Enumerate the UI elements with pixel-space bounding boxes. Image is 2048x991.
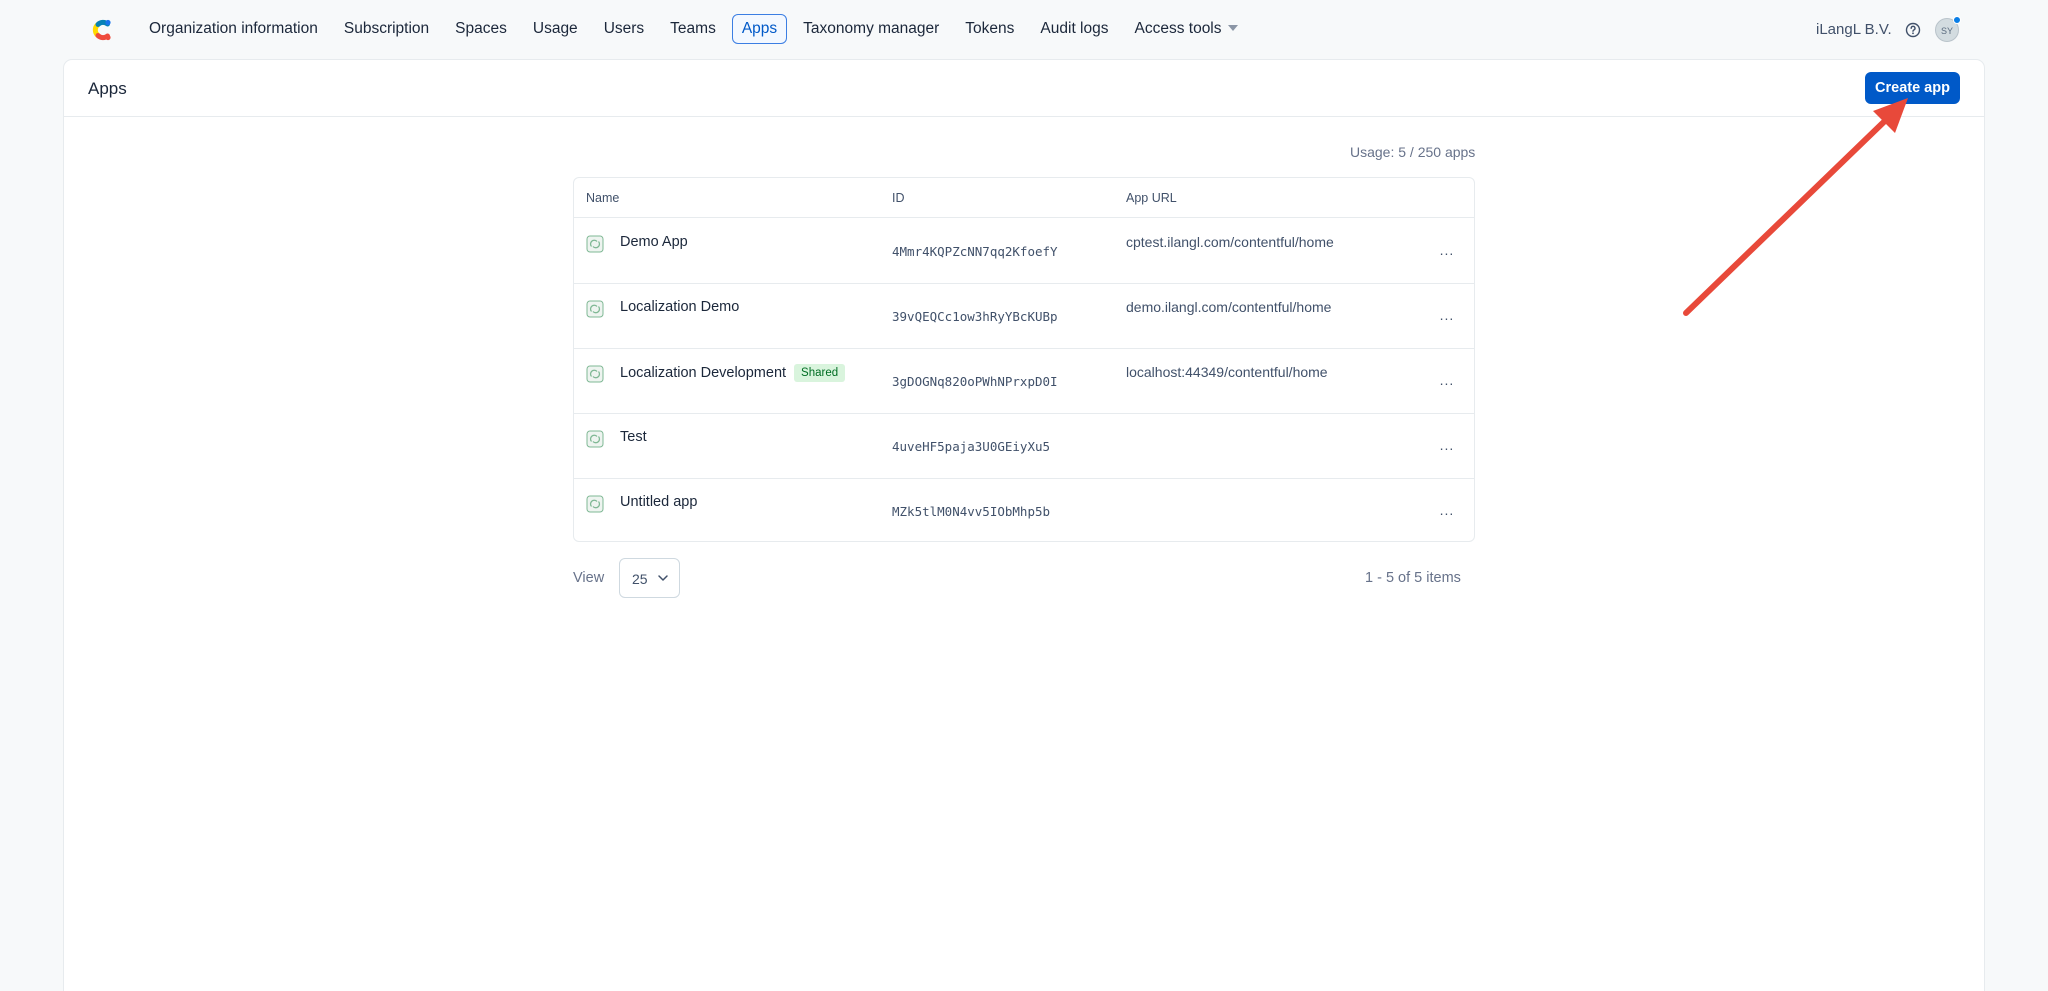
nav-tabs: Organization information Subscription Sp… bbox=[136, 13, 1251, 45]
table-row[interactable]: Untitled app MZk5tlM0N4vv5IObMhp5b... bbox=[574, 479, 1474, 541]
table-row[interactable]: Test 4uveHF5paja3U0GEiyXu5... bbox=[574, 414, 1474, 479]
more-actions-button[interactable]: ... bbox=[1438, 503, 1456, 519]
app-name[interactable]: Demo App bbox=[620, 234, 688, 250]
app-name[interactable]: Test bbox=[620, 429, 647, 445]
notification-dot bbox=[1953, 16, 1961, 24]
app-id: 4Mmr4KQPZcNN7qq2KfoefY bbox=[892, 244, 1058, 259]
app-name[interactable]: Localization Development Shared bbox=[620, 364, 846, 382]
pagination-info: 1 - 5 of 5 items bbox=[1365, 570, 1461, 586]
nav-tokens[interactable]: Tokens bbox=[952, 14, 1027, 44]
column-header-name: Name bbox=[586, 191, 620, 205]
app-id: 39vQEQCc1ow3hRyYBcKUBp bbox=[892, 309, 1058, 324]
shared-badge: Shared bbox=[794, 364, 846, 382]
top-navigation: Organization information Subscription Sp… bbox=[0, 0, 2048, 61]
table-header: Name ID App URL bbox=[574, 178, 1474, 218]
app-name-text: Demo App bbox=[620, 234, 688, 250]
app-icon bbox=[586, 300, 604, 318]
app-name[interactable]: Localization Demo bbox=[620, 299, 739, 315]
page-size-select[interactable]: 25 bbox=[619, 558, 680, 598]
table-row[interactable]: Localization Demo 39vQEQCc1ow3hRyYBcKUBp d… bbox=[574, 284, 1474, 349]
nav-subscription[interactable]: Subscription bbox=[331, 14, 442, 44]
help-icon[interactable] bbox=[1905, 22, 1921, 38]
table-row[interactable]: Localization Development Shared 3gDOGNq820… bbox=[574, 349, 1474, 414]
app-icon bbox=[586, 430, 604, 448]
app-name[interactable]: Untitled app bbox=[620, 494, 697, 510]
app-icon bbox=[586, 495, 604, 513]
more-actions-button[interactable]: ... bbox=[1438, 438, 1456, 454]
nav-users[interactable]: Users bbox=[591, 14, 657, 44]
app-name-text: Localization Demo bbox=[620, 299, 740, 315]
chevron-down-icon bbox=[658, 575, 668, 581]
table-row[interactable]: Demo App 4Mmr4KQPZcNN7qq2KfoefY cptest.ila… bbox=[574, 219, 1474, 284]
nav-access-tools[interactable]: Access tools bbox=[1122, 14, 1251, 44]
create-app-button[interactable]: Create app bbox=[1865, 72, 1960, 104]
page-size-value: 25 bbox=[632, 571, 648, 587]
nav-audit-logs[interactable]: Audit logs bbox=[1027, 14, 1121, 44]
nav-apps[interactable]: Apps bbox=[731, 14, 788, 44]
more-actions-button[interactable]: ... bbox=[1438, 308, 1456, 324]
app-icon bbox=[586, 365, 604, 383]
app-id: MZk5tlM0N4vv5IObMhp5b bbox=[892, 504, 1051, 519]
nav-taxonomy-manager[interactable]: Taxonomy manager bbox=[790, 14, 952, 44]
nav-usage[interactable]: Usage bbox=[520, 14, 591, 44]
card-header: Apps Create app bbox=[64, 60, 1984, 117]
nav-access-tools-label: Access tools bbox=[1134, 20, 1222, 37]
app-url: cptest.ilangl.com/contentful/home bbox=[1126, 234, 1334, 250]
app-id: 4uveHF5paja3U0GEiyXu5 bbox=[892, 439, 1051, 454]
view-label: View bbox=[573, 570, 605, 586]
column-header-id: ID bbox=[892, 191, 905, 205]
more-actions-button[interactable]: ... bbox=[1438, 243, 1456, 259]
caret-down-icon bbox=[1227, 25, 1238, 31]
nav-spaces[interactable]: Spaces bbox=[442, 14, 520, 44]
app-url: demo.ilangl.com/contentful/home bbox=[1126, 299, 1332, 315]
apps-table: Name ID App URL Demo App 4Mmr4KQPZcNN7qq2… bbox=[573, 177, 1475, 542]
column-header-url: App URL bbox=[1126, 191, 1177, 205]
app-id: 3gDOGNq820oPWhNPrxpD0I bbox=[892, 374, 1058, 389]
app-name-text: Test bbox=[620, 429, 647, 445]
app-name-text: Untitled app bbox=[620, 494, 698, 510]
app-name-text: Localization Development bbox=[620, 365, 787, 381]
contentful-logo-icon[interactable] bbox=[89, 16, 115, 44]
nav-organization-information[interactable]: Organization information bbox=[136, 14, 331, 44]
usage-count: Usage: 5 / 250 apps bbox=[1350, 144, 1476, 160]
more-actions-button[interactable]: ... bbox=[1438, 373, 1456, 389]
nav-teams[interactable]: Teams bbox=[657, 14, 729, 44]
app-url: localhost:44349/contentful/home bbox=[1126, 364, 1328, 380]
app-icon bbox=[586, 235, 604, 253]
page-title: Apps bbox=[88, 79, 127, 98]
org-switcher[interactable]: iLangL B.V. bbox=[1816, 21, 1892, 38]
